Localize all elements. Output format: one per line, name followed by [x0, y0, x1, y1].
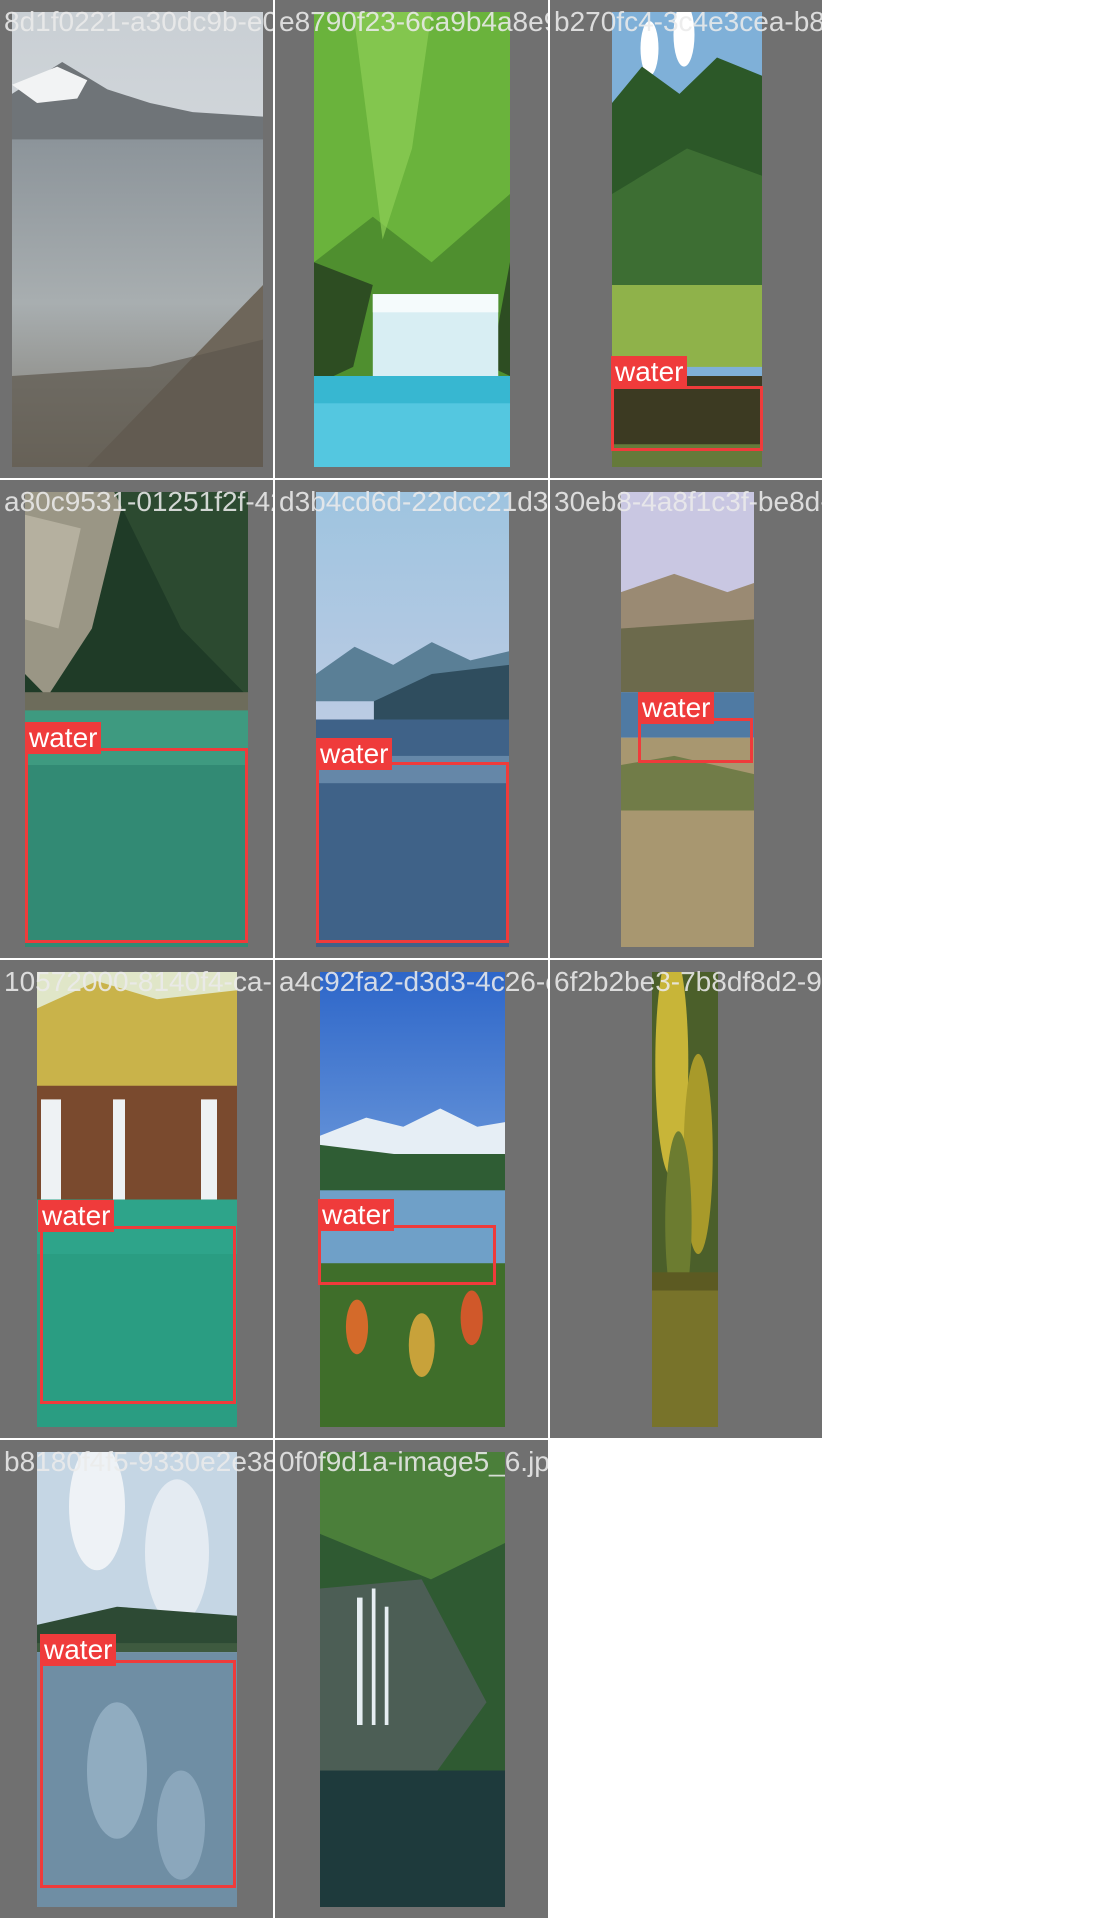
image-tile[interactable]: water a4c92fa2-d3d3-4c26-c8a1-71bfd26 [275, 960, 550, 1440]
empty-cell [550, 1440, 824, 1920]
empty-cell [824, 480, 1100, 960]
photo-fjord-falls [320, 1452, 505, 1907]
empty-cell [824, 1440, 1100, 1920]
image-tile[interactable]: 6f2b2be3-7b8df8d2-9d1c-5b5 [550, 960, 824, 1440]
detection-box [40, 1226, 236, 1404]
detection-label: water [611, 356, 688, 388]
detection-box [638, 718, 753, 763]
photo-waterfall-forest [314, 12, 510, 467]
image-tile[interactable]: water 30eb8-4a8f1c3f-be8d-5af-190 [550, 480, 824, 960]
image-grid: 8d1f0221-a30dc9b-e0298cb9-fda6a4d-1c2577… [0, 0, 1100, 1920]
detection-label: water [25, 722, 102, 754]
image-tile[interactable]: water b8180f4f5-9330e2e3874-6fd0f829-i79… [0, 1440, 275, 1920]
detection-box [316, 762, 509, 943]
image-tile[interactable]: water 10572000-8140f4-ca-a3983f25-27ce-a… [0, 960, 275, 1440]
image-tile[interactable]: water d3b4cd6d-22dcc21d385-2a4e1a1d-4d42… [275, 480, 550, 960]
image-tile[interactable]: water b270fc4-3c4e3cea-b8e1-c2f198d9-lan… [550, 0, 824, 480]
image-tile[interactable]: water a80c9531-01251f2f-4297-4c99-nature… [0, 480, 275, 960]
detection-box [40, 1660, 236, 1888]
image-tile[interactable]: 8d1f0221-a30dc9b-e0298cb9-fda6a4d-1c2577… [0, 0, 275, 480]
image-tile[interactable]: 0f0f9d1a-image5_6.jpeg [275, 1440, 550, 1920]
empty-cell [824, 960, 1100, 1440]
detection-label: water [40, 1634, 117, 1666]
detection-box [318, 1225, 496, 1285]
detection-box [25, 748, 248, 943]
detection-label: water [318, 1199, 395, 1231]
detection-label: water [316, 738, 393, 770]
photo-lake-pebbles [12, 12, 263, 467]
detection-label: water [38, 1200, 115, 1232]
detection-label: water [638, 692, 715, 724]
photo-autumn-trees [652, 972, 718, 1427]
detection-box [611, 386, 763, 451]
empty-cell [824, 0, 1100, 480]
image-tile[interactable]: e8790f23-6ca9b4a8e9-patagonia- [275, 0, 550, 480]
